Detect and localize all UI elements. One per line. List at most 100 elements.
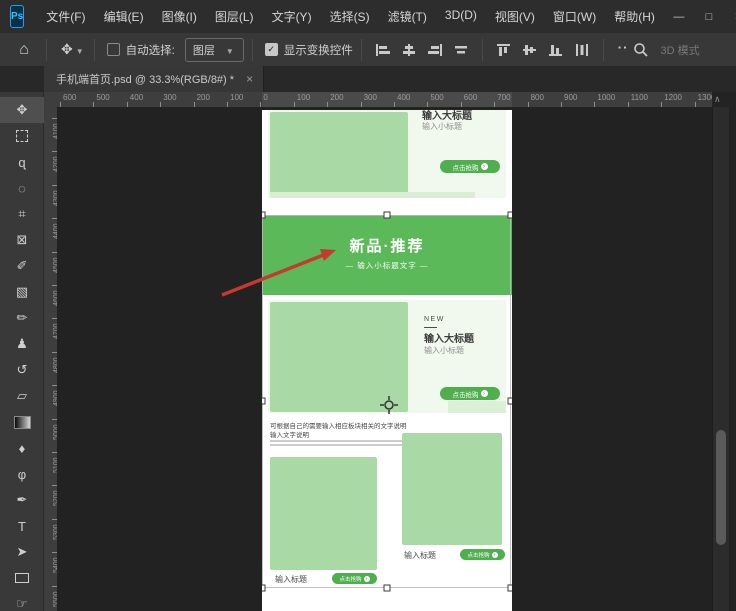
transform-handle[interactable] (508, 398, 513, 405)
align-vertical-centers-icon[interactable] (522, 43, 538, 57)
hand-tool[interactable]: ☞ (0, 591, 44, 611)
ruler-label: 1000 (597, 93, 615, 102)
maximize-button[interactable]: □ (694, 0, 724, 33)
menu-view[interactable]: 视图(V) (486, 8, 544, 25)
transform-handle[interactable] (508, 585, 513, 592)
chevron-down-icon[interactable]: ▼ (76, 47, 84, 56)
arrow-circle-icon: › (481, 163, 488, 170)
align-right-edges-icon[interactable] (427, 43, 443, 57)
transform-handle[interactable] (384, 212, 391, 219)
move-tool-icon[interactable]: ✥ (61, 41, 73, 58)
crop-tool[interactable]: ⌗ (0, 201, 44, 227)
close-button[interactable]: ✕ (724, 0, 736, 33)
shape-tool[interactable] (0, 565, 44, 591)
auto-select-checkbox[interactable] (107, 43, 120, 56)
brush-tool[interactable]: ✏ (0, 305, 44, 331)
distribute-horizontal-icon[interactable] (453, 43, 469, 57)
divider (46, 39, 47, 61)
transform-handle[interactable] (262, 212, 266, 219)
quick-select-tool[interactable]: ◌ (0, 175, 44, 201)
align-bottom-edges-icon[interactable] (548, 43, 564, 57)
ruler-label: 100 (230, 93, 243, 102)
buy-button: 点击抢购 › (440, 160, 500, 173)
ruler-label: 700 (497, 93, 510, 102)
dodge-tool[interactable]: φ (0, 461, 44, 487)
window-controls: — □ ✕ (664, 0, 736, 33)
divider (482, 39, 483, 61)
show-transform-checkbox[interactable]: ✓ (265, 43, 278, 56)
blur-tool[interactable]: ♦ (0, 435, 44, 461)
menu-window[interactable]: 窗口(W) (544, 8, 605, 25)
document-tab[interactable]: 手机端首页.psd @ 33.3%(RGB/8#) * × (44, 66, 264, 92)
transform-handle[interactable] (384, 585, 391, 592)
menu-file[interactable]: 文件(F) (37, 8, 94, 25)
marquee-tool[interactable] (0, 123, 44, 149)
lasso-tool[interactable]: ɋ (0, 149, 44, 175)
home-icon[interactable]: ⌂ (14, 41, 34, 59)
divider (252, 39, 253, 61)
tools-panel: ✥ ɋ◌⌗⊠✐▧✏♟↺▱ ♦φ✒T➤ ☞ (0, 92, 44, 611)
menu-help[interactable]: 帮助(H) (605, 8, 664, 25)
product-image-placeholder (270, 112, 408, 195)
document-tab-bar: 手机端首页.psd @ 33.3%(RGB/8#) * × (0, 66, 736, 92)
vertical-scrollbar[interactable] (712, 107, 729, 611)
auto-select-target-dropdown[interactable]: 图层 ▼ (185, 38, 244, 62)
photoshop-window: Ps 文件(F)编辑(E)图像(I)图层(L)文字(Y)选择(S)滤镜(T)3D… (0, 0, 736, 611)
clone-stamp-tool[interactable]: ♟ (0, 331, 44, 357)
align-horizontal-centers-icon[interactable] (401, 43, 417, 57)
banner-subtitle: — 输入小标题文字 — (262, 260, 512, 271)
history-brush-tool[interactable]: ↺ (0, 357, 44, 383)
shape-tool-icon (15, 573, 29, 583)
ruler-label: 0 (263, 93, 267, 102)
move-tool[interactable]: ✥ (0, 97, 44, 123)
transform-handle[interactable] (262, 585, 266, 592)
scrollbar-thumb[interactable] (716, 430, 726, 545)
healing-brush-tool[interactable]: ▧ (0, 279, 44, 305)
ruler-label: 200 (197, 93, 210, 102)
overflow-icon[interactable]: ·· (618, 40, 629, 55)
arrow-circle-icon: › (364, 576, 370, 582)
menu-3d[interactable]: 3D(D) (436, 8, 486, 25)
align-top-edges-icon[interactable] (496, 43, 512, 57)
menu-edit[interactable]: 编辑(E) (95, 8, 153, 25)
buy-button: 点击抢购 › (440, 387, 500, 400)
menu-items: 文件(F)编辑(E)图像(I)图层(L)文字(Y)选择(S)滤镜(T)3D(D)… (37, 8, 664, 25)
ruler-label: 500 (430, 93, 443, 102)
ruler-label: 400 (130, 93, 143, 102)
ruler-label: 1200 (664, 93, 682, 102)
divider (603, 39, 604, 61)
ruler-label: 600 (63, 93, 76, 102)
eyedropper-tool[interactable]: ✐ (0, 253, 44, 279)
new-products-banner: 新品·推荐 — 输入小标题文字 — (262, 215, 512, 295)
menu-type[interactable]: 文字(Y) (263, 8, 321, 25)
scrollbar-up-icon[interactable]: ∧ (714, 94, 721, 105)
menu-select[interactable]: 选择(S) (321, 8, 379, 25)
horizontal-ruler[interactable]: 6005004003002001000100200300400500600700… (44, 92, 712, 108)
ruler-label: 800 (531, 93, 544, 102)
arrow-circle-icon: › (481, 390, 488, 397)
ruler-label: 1300 (698, 93, 712, 102)
document-canvas[interactable]: 输入大标题 输入小标题 点击抢购 › 新品·推荐 — 输入小标题文字 — NEW… (262, 110, 512, 611)
vertical-ruler[interactable]: 4100420043004400450046004700480049005000… (44, 107, 58, 611)
menu-image[interactable]: 图像(I) (153, 8, 206, 25)
minimize-button[interactable]: — (664, 0, 694, 33)
eraser-tool[interactable]: ▱ (0, 383, 44, 409)
pen-tool[interactable]: ✒ (0, 487, 44, 513)
frame-tool[interactable]: ⊠ (0, 227, 44, 253)
tab-close-icon[interactable]: × (246, 72, 253, 86)
gradient-tool[interactable] (0, 409, 44, 435)
menu-bar: Ps 文件(F)编辑(E)图像(I)图层(L)文字(Y)选择(S)滤镜(T)3D… (0, 0, 736, 34)
ruler-label: 200 (330, 93, 343, 102)
path-select-tool[interactable]: ➤ (0, 539, 44, 565)
type-tool[interactable]: T (0, 513, 44, 539)
distribute-vertical-icon[interactable] (574, 43, 590, 57)
menu-layer[interactable]: 图层(L) (206, 8, 263, 25)
align-left-edges-icon[interactable] (375, 43, 391, 57)
search-icon[interactable] (632, 41, 650, 59)
ruler-label: 100 (297, 93, 310, 102)
menu-filter[interactable]: 滤镜(T) (379, 8, 436, 25)
item1-label: 输入标题 (275, 574, 307, 585)
transform-handle[interactable] (508, 212, 513, 219)
transform-handle[interactable] (262, 398, 266, 405)
ruler-label: 400 (397, 93, 410, 102)
